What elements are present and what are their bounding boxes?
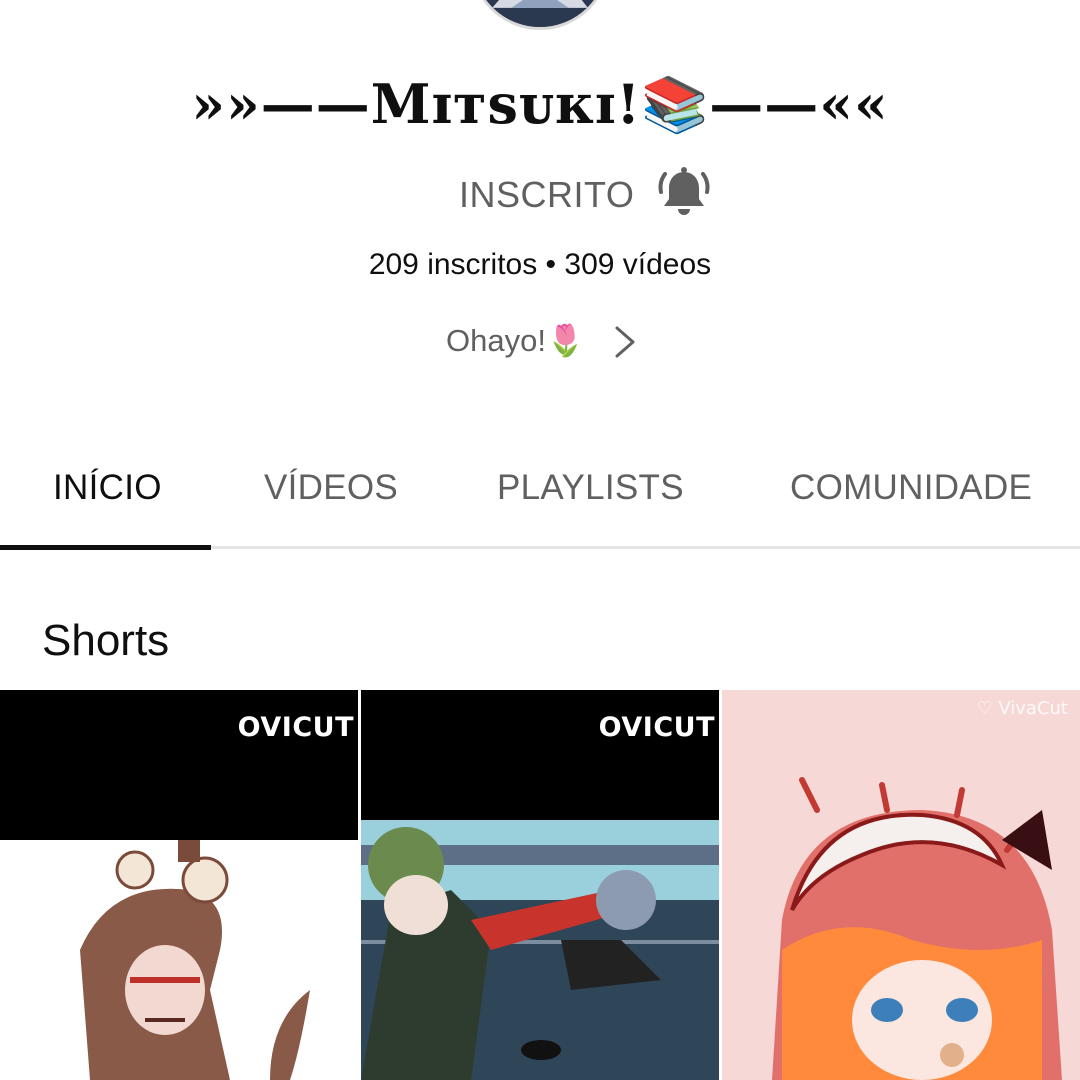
short-thumbnail[interactable]: ♡ VivaCut [722,690,1080,1080]
tab-comunidade[interactable]: COMUNIDADE [790,468,1032,508]
short-watermark: OVICUT [237,712,354,743]
channel-stats: 209 inscritos • 309 vídeos [368,248,712,281]
bell-icon[interactable] [655,164,713,222]
active-tab-indicator [0,545,211,550]
short-watermark: OVICUT [598,712,715,743]
channel-tabs: INÍCIO VÍDEOS PLAYLISTS COMUNIDADE [0,440,1080,550]
tab-inicio[interactable]: INÍCIO [53,468,162,508]
about-link[interactable]: Ohayo!🌷 [0,320,1080,364]
tab-videos[interactable]: VÍDEOS [264,468,398,508]
short-thumbnail[interactable]: OVICUT [0,690,358,1080]
subscribed-button[interactable]: INSCRITO [459,174,634,216]
about-text: Ohayo!🌷 [446,323,585,358]
channel-name: »»——Mɪᴛsᴜᴋɪ!📚——«« [191,72,889,136]
subscription-row: INSCRITO [0,162,1080,226]
short-thumbnail[interactable]: OVICUT [361,690,719,1080]
tab-playlists[interactable]: PLAYLISTS [497,468,684,508]
channel-avatar[interactable] [470,0,610,30]
shorts-grid: OVICUT OVICUT ♡ VivaCut [0,690,1080,1080]
shorts-section-title: Shorts [42,616,170,665]
chevron-right-icon [608,322,642,362]
short-watermark: ♡ VivaCut [976,698,1069,719]
